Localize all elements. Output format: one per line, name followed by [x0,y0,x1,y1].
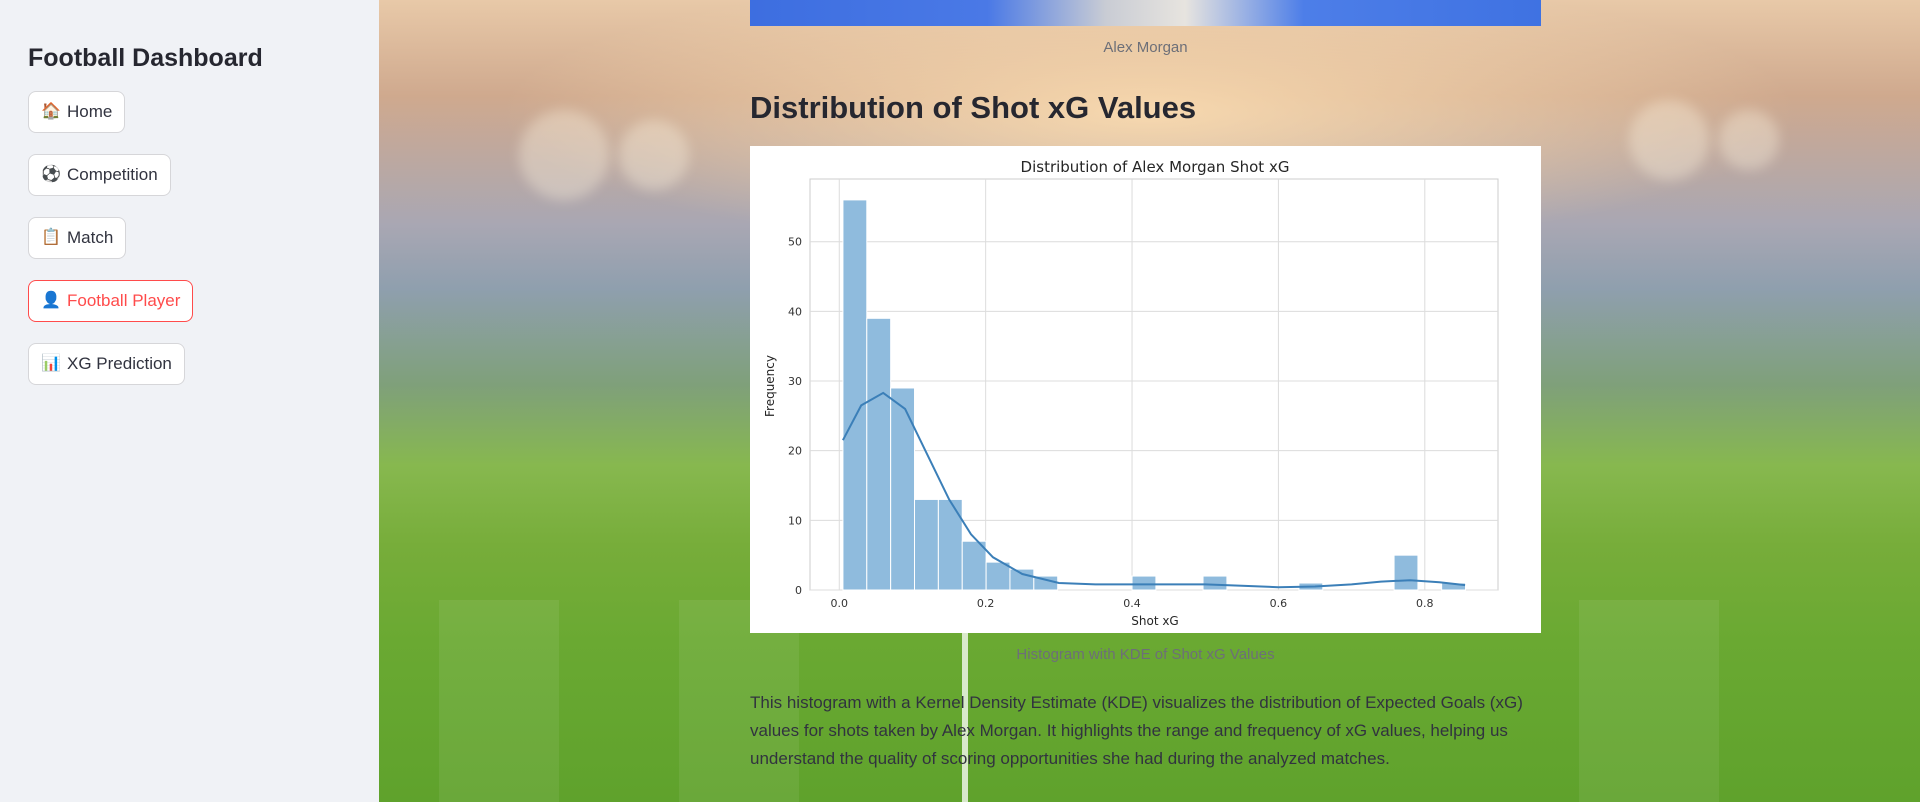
histogram-chart: Distribution of Alex Morgan Shot xG Shot… [750,146,1541,633]
x-tick-label: 0.0 [831,597,849,610]
nav-button-competition[interactable]: ⚽ Competition [28,154,171,196]
player-icon: 👤 [41,292,61,309]
y-tick-label: 0 [795,584,802,597]
y-tick-label: 50 [788,236,802,249]
nav-label: Home [67,102,113,121]
y-tick-label: 10 [788,514,802,527]
y-tick-label: 30 [788,375,802,388]
sidebar: Football Dashboard 🏠 Home ⚽ Competition 📋 M… [0,0,379,802]
x-axis-label: Shot xG [1131,614,1178,628]
histogram-bar [1131,575,1157,591]
nav-label: Competition [67,165,158,184]
sidebar-title: Football Dashboard [28,44,263,72]
histogram-bar [842,199,868,591]
pitch-stripe [1579,600,1719,802]
x-tick-label: 0.6 [1270,597,1288,610]
nav-button-match[interactable]: 📋 Match [28,217,127,259]
histogram-bar [1009,568,1035,591]
histogram-bar [914,498,939,591]
background-light [519,110,609,200]
y-tick-label: 40 [788,305,802,318]
histogram-bar [1202,575,1228,591]
chart-title: Distribution of Alex Morgan Shot xG [1021,158,1290,176]
chart-caption: Histogram with KDE of Shot xG Values [1016,646,1275,663]
house-icon: 🏠 [41,103,61,120]
soccer-ball-icon: ⚽ [41,166,61,183]
nav-label: Match [67,228,114,247]
nav-button-xg-prediction[interactable]: 📊 XG Prediction [28,343,185,385]
histogram-bar [1393,554,1419,591]
nav-button-home[interactable]: 🏠 Home [28,91,126,133]
section-heading: Distribution of Shot xG Values [750,90,1197,125]
player-photo [750,0,1541,26]
chart-description: This histogram with a Kernel Density Est… [750,693,1523,768]
chart-svg: Distribution of Alex Morgan Shot xG Shot… [763,158,1499,628]
background-light [1719,110,1779,170]
histogram-bar [890,387,916,591]
y-tick-label: 20 [788,445,802,458]
nav-label: Football Player [67,291,181,310]
histogram-bar [961,540,987,591]
nav-label: XG Prediction [67,354,172,373]
histogram-bar [866,317,892,591]
x-tick-label: 0.4 [1123,597,1141,610]
nav-button-football-player[interactable]: 👤 Football Player [28,280,194,322]
background-light [1629,100,1709,180]
histogram-bar [985,561,1011,591]
bar-chart-icon: 📊 [41,355,61,372]
background-light [619,120,689,190]
y-axis-label: Frequency [763,355,777,417]
clipboard-icon: 📋 [41,229,61,246]
image-caption: Alex Morgan [1103,39,1188,56]
pitch-stripe [439,600,559,802]
x-tick-label: 0.8 [1416,597,1434,610]
x-tick-label: 0.2 [977,597,995,610]
main-content: Alex Morgan Distribution of Shot xG Valu… [379,0,1920,802]
